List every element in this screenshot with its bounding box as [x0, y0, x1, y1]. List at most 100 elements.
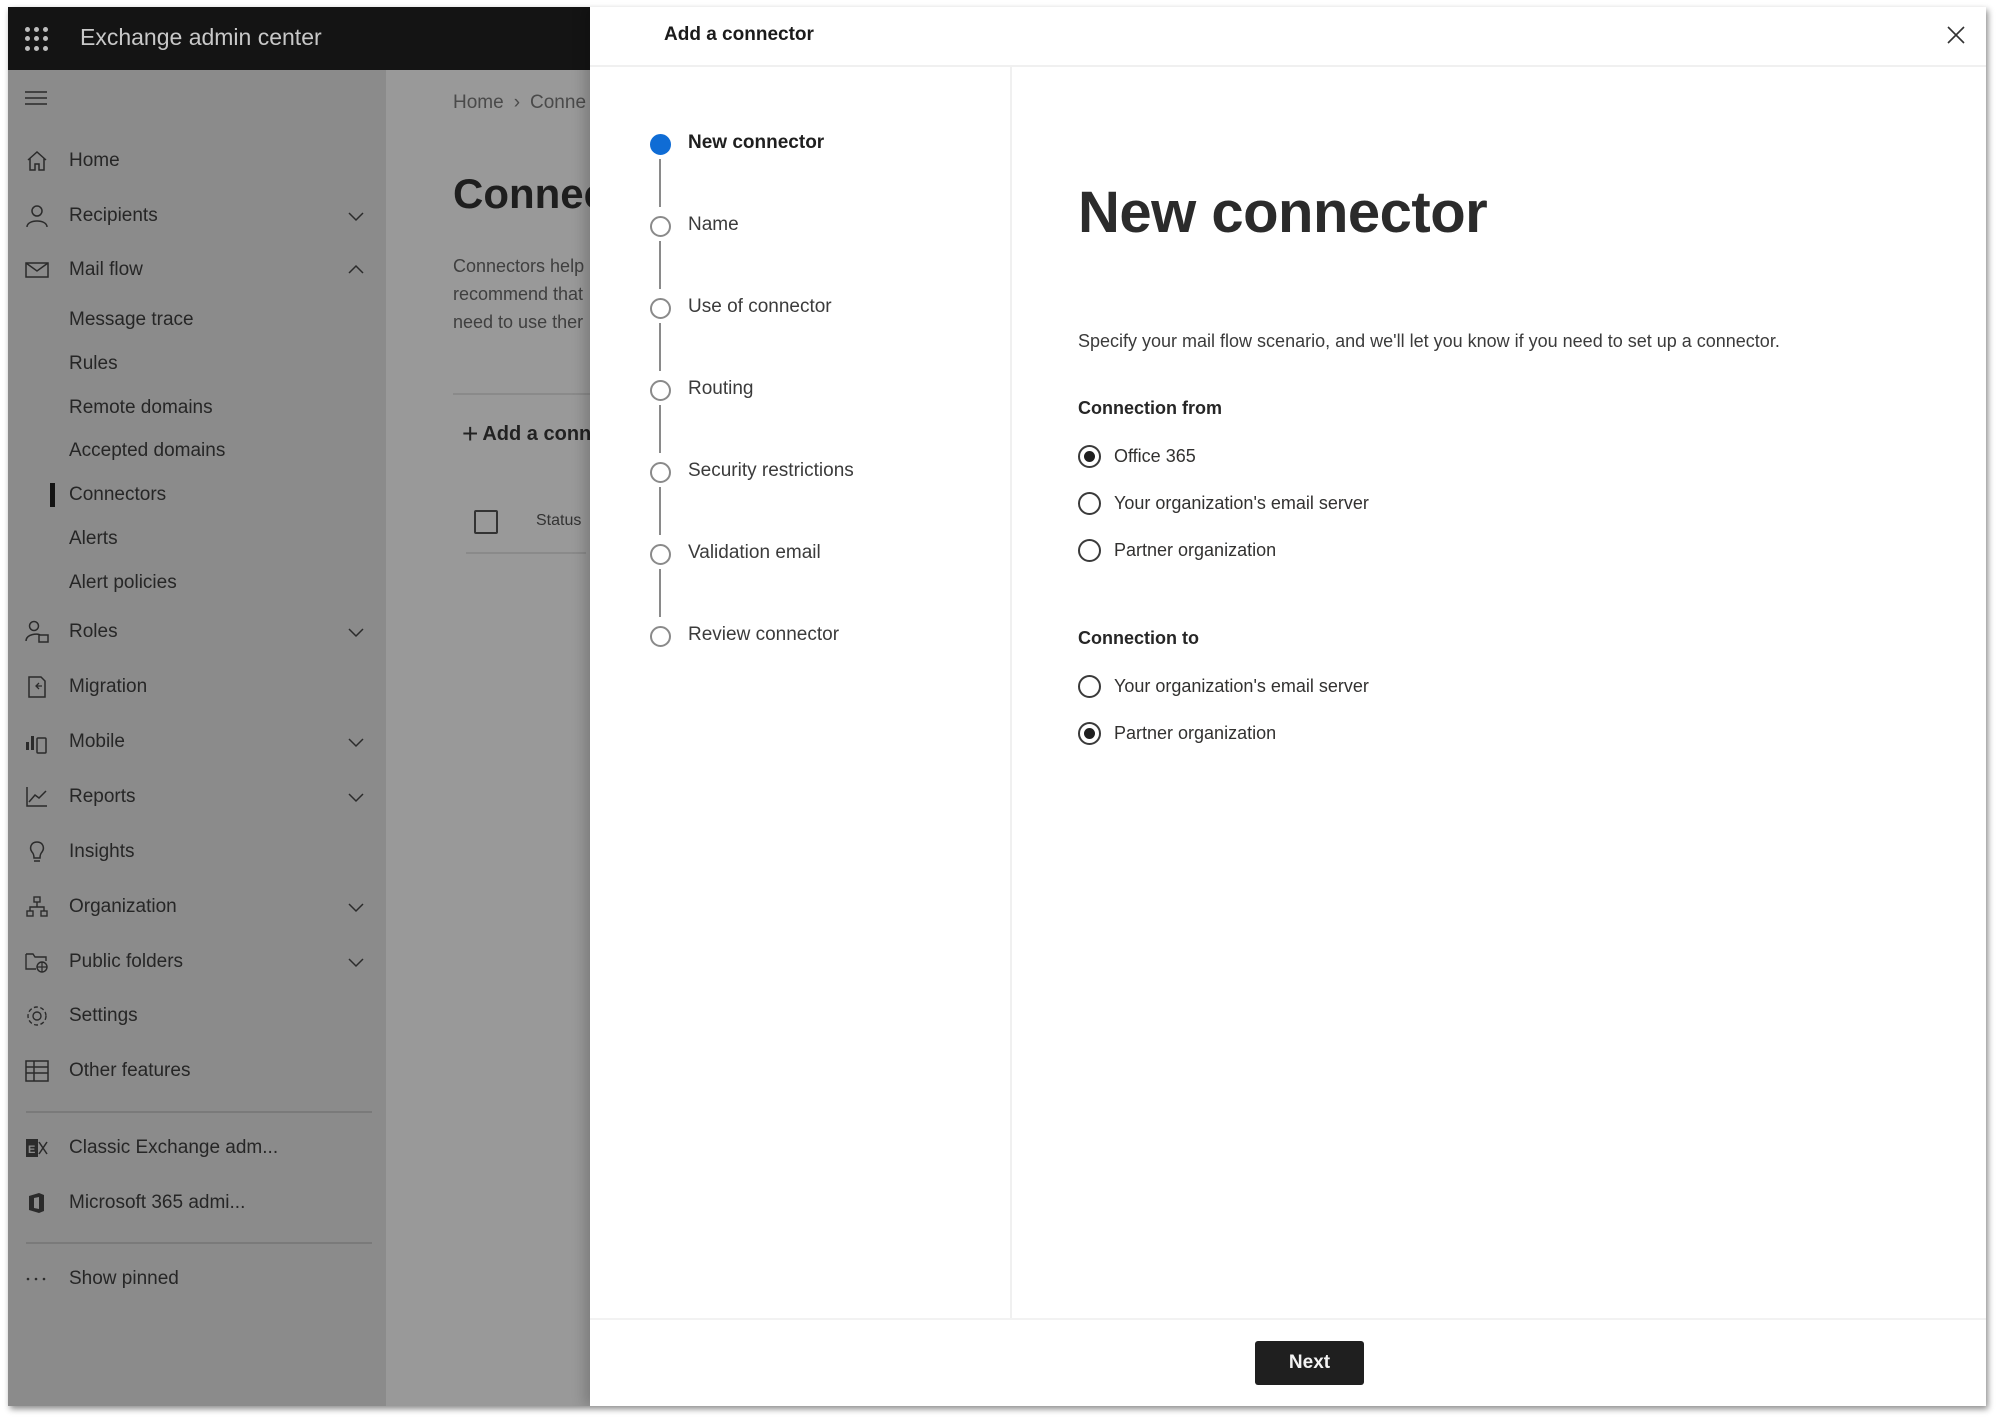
sidebar-item-rules[interactable]: Rules [8, 344, 386, 384]
sidebar-item-mail-flow[interactable]: Mail flow [8, 250, 386, 290]
select-all-checkbox[interactable] [474, 510, 498, 534]
sidebar-item-alerts[interactable]: Alerts [8, 519, 386, 559]
sidebar-item-home[interactable]: Home [8, 141, 386, 181]
sidebar-item-other-features[interactable]: Other features [8, 1051, 386, 1091]
step-pending-icon [650, 298, 671, 319]
chevron-down-icon[interactable] [346, 622, 366, 642]
person-icon [26, 205, 48, 228]
chevron-down-icon[interactable] [346, 787, 366, 807]
sidebar-item-label: Settings [69, 1005, 138, 1026]
sidebar-link-classic-exchange[interactable]: E Classic Exchange adm... [8, 1128, 386, 1168]
sidebar-link-microsoft-365[interactable]: Microsoft 365 admi... [8, 1183, 386, 1223]
radio-unselected-icon [1078, 492, 1101, 515]
chevron-down-icon[interactable] [346, 206, 366, 226]
sidebar-item-label: Organization [69, 896, 177, 917]
sidebar: Home Recipients Mail flow Message trace … [8, 70, 386, 1406]
sidebar-item-label: Other features [69, 1060, 191, 1081]
sidebar-item-mobile[interactable]: Mobile [8, 722, 386, 762]
step-connector [659, 241, 661, 289]
step-label: Security restrictions [688, 460, 854, 481]
sidebar-item-label: Remote domains [69, 397, 213, 418]
svg-text:E: E [28, 1144, 35, 1156]
sidebar-item-public-folders[interactable]: Public folders [8, 942, 386, 982]
connection-to-label: Connection to [1078, 628, 1199, 648]
sidebar-item-recipients[interactable]: Recipients [8, 196, 386, 236]
sidebar-item-remote-domains[interactable]: Remote domains [8, 388, 386, 428]
step-pending-icon [650, 626, 671, 647]
sidebar-item-insights[interactable]: Insights [8, 832, 386, 872]
page-description: Connectors help recommend that need to u… [453, 252, 584, 336]
radio-label: Partner organization [1114, 723, 1277, 743]
app-title: Exchange admin center [80, 24, 322, 50]
step-pending-icon [650, 544, 671, 565]
sidebar-item-settings[interactable]: Settings [8, 996, 386, 1036]
step-pending-icon [650, 462, 671, 483]
chevron-down-icon[interactable] [346, 732, 366, 752]
form-description: Specify your mail flow scenario, and we'… [1078, 331, 1780, 351]
form-heading: New connector [1078, 180, 1488, 245]
radio-label: Partner organization [1114, 540, 1277, 560]
sidebar-item-label: Accepted domains [69, 440, 226, 461]
panel-title: Add a connector [664, 24, 814, 45]
add-connector-label: Add a conn [482, 423, 592, 445]
office-icon [29, 1193, 44, 1213]
column-header-status[interactable]: Status [536, 512, 581, 530]
app-window: Exchange admin center Home Recipients Ma… [8, 7, 1986, 1406]
chevron-up-icon[interactable] [346, 260, 366, 280]
migration-icon [28, 676, 46, 698]
breadcrumb-current: Conne [530, 92, 587, 113]
mobile-icon [26, 736, 47, 754]
chevron-right-icon: › [513, 92, 521, 113]
sidebar-item-connectors[interactable]: Connectors [8, 475, 386, 515]
close-icon[interactable] [1944, 23, 1968, 47]
sidebar-item-roles[interactable]: Roles [8, 612, 386, 652]
step-connector [659, 323, 661, 371]
sidebar-item-label: Roles [69, 621, 118, 642]
breadcrumb: Home › Conne [453, 92, 586, 114]
app-launcher-icon[interactable] [25, 27, 49, 51]
radio-unselected-icon [1078, 539, 1101, 562]
active-indicator [50, 483, 55, 507]
sidebar-item-label: Mail flow [69, 259, 143, 280]
sidebar-link-label: Microsoft 365 admi... [69, 1192, 246, 1213]
show-pinned-button[interactable]: Show pinned [8, 1259, 386, 1299]
divider [453, 393, 613, 395]
chevron-down-icon[interactable] [346, 952, 366, 972]
lightbulb-icon [29, 841, 45, 862]
panel-header: Add a connector [590, 7, 1986, 67]
sidebar-item-label: Rules [69, 353, 118, 374]
sidebar-item-organization[interactable]: Organization [8, 887, 386, 927]
step-label: Validation email [688, 542, 821, 563]
add-connector-panel: Add a connector New connector Name Use o… [590, 7, 1986, 1406]
gear-icon [27, 1006, 47, 1026]
sidebar-item-message-trace[interactable]: Message trace [8, 300, 386, 340]
sidebar-item-reports[interactable]: Reports [8, 777, 386, 817]
step-connector [659, 159, 661, 207]
show-pinned-label: Show pinned [69, 1268, 179, 1289]
step-connector [659, 405, 661, 453]
home-icon [27, 150, 47, 171]
step-connector [659, 569, 661, 617]
sidebar-divider [26, 1111, 372, 1113]
description-line: recommend that [453, 284, 584, 304]
organization-icon [26, 896, 48, 917]
add-connector-button[interactable]: + Add a conn [462, 418, 591, 450]
plus-icon: + [462, 418, 479, 449]
breadcrumb-home[interactable]: Home [453, 92, 504, 113]
step-label: Name [688, 214, 739, 235]
public-folder-icon [25, 953, 48, 973]
sidebar-divider [26, 1242, 372, 1244]
sidebar-item-migration[interactable]: Migration [8, 667, 386, 707]
panel-footer: Next [590, 1318, 1986, 1406]
sidebar-item-alert-policies[interactable]: Alert policies [8, 563, 386, 603]
chevron-down-icon[interactable] [346, 897, 366, 917]
sidebar-item-label: Reports [69, 786, 136, 807]
sidebar-item-accepted-domains[interactable]: Accepted domains [8, 431, 386, 471]
more-icon [26, 1277, 46, 1281]
hamburger-icon[interactable] [24, 90, 48, 106]
next-button[interactable]: Next [1255, 1341, 1364, 1385]
sidebar-item-label: Migration [69, 676, 148, 697]
table-icon [25, 1060, 49, 1082]
step-pending-icon [650, 380, 671, 401]
sidebar-link-label: Classic Exchange adm... [69, 1137, 279, 1158]
